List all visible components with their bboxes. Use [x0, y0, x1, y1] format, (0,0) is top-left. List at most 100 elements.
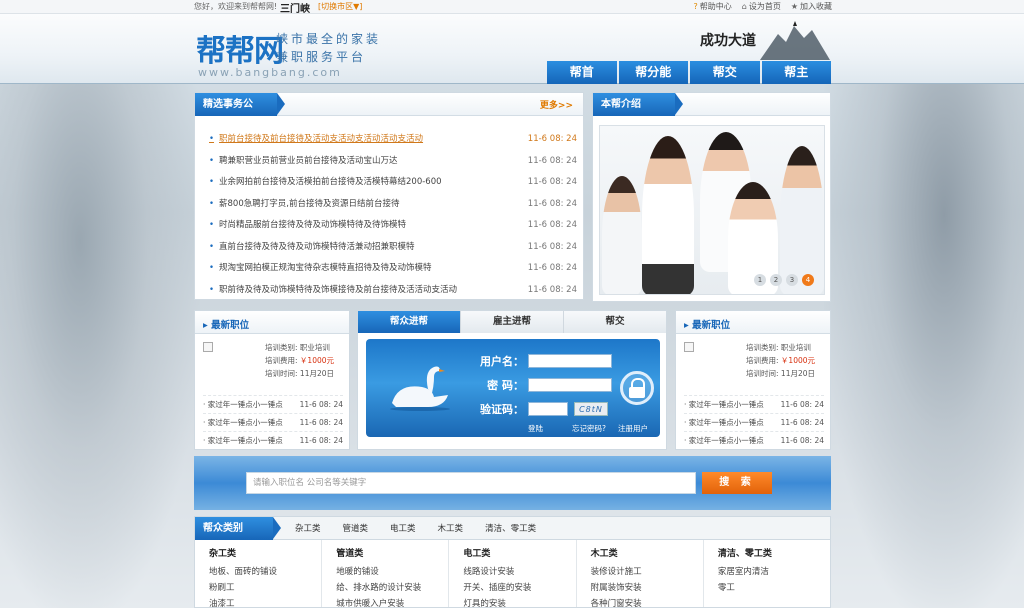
list-item[interactable]: · 家过年一锤点小一锤点 11-6 08: 24 [203, 413, 343, 431]
category-heading[interactable]: 杂工类 [209, 546, 321, 559]
slogan-line1: 峡市最全的家装 [276, 32, 382, 46]
category-heading[interactable]: 清洁、零工类 [718, 546, 830, 559]
training-info: 培训类别: 职业培训 培训费用: ￥1000元 培训时间: 11月20日 [265, 343, 335, 378]
switch-city-link[interactable]: [切换市区▼] [318, 1, 362, 12]
login-tabs: 帮众进帮 雇主进帮 帮交 [358, 311, 666, 333]
category-item[interactable]: 地板、面砖的铺设 [209, 564, 321, 580]
intro-photo[interactable]: 1 2 3 4 [599, 125, 825, 295]
set-homepage-link[interactable]: ⌂ 设为首页 [742, 1, 781, 12]
category-item[interactable]: 油漆工 [209, 596, 321, 608]
password-label: 密 码： [487, 379, 524, 392]
bullet-icon: • [209, 284, 215, 295]
nav-skills[interactable]: 帮分能 [618, 61, 688, 84]
site-logo[interactable]: 帮帮网 [196, 26, 284, 70]
latest-jobs-right: ▸ 最新职位 培训类别: 职业培训 培训费用: ￥1000元 培训时间: 11月… [675, 310, 831, 450]
category-item[interactable]: 各种门窗安装 [591, 596, 703, 608]
person-figure [602, 176, 642, 294]
forgot-password-link[interactable]: 忘记密码? [572, 423, 606, 434]
login-form: 用户名： 密 码： 验证码： C8tN 登陆 忘记密码? 注册用户 [366, 339, 660, 437]
header-motto: 成功大道 [700, 33, 756, 49]
search-input[interactable]: 请输入职位名 公司名等关键字 [246, 472, 696, 494]
nav-exchange[interactable]: 帮交 [690, 61, 760, 84]
tab-carpentry[interactable]: 木工类 [438, 517, 464, 541]
login-panel: 帮众进帮 雇主进帮 帮交 用户名： 密 码： 验证码： C8tN 登陆 忘记密码… [357, 310, 667, 450]
nav-employer[interactable]: 帮主 [761, 61, 831, 84]
jobs-list: · 家过年一锤点小一锤点 11-6 08: 24 · 家过年一锤点小一锤点 11-6… [684, 395, 824, 449]
list-item[interactable]: • 业余网拍前台接待及活模拍前台接待及活模特幕结200-600 11-6 08: 2… [209, 172, 577, 194]
list-item[interactable]: • 薪800急聘打字员,前台接待及资源日结前台接待 11-6 08: 24 [209, 194, 577, 216]
category-item[interactable]: 粉刷工 [209, 580, 321, 596]
main-nav: 帮首 帮分能 帮交 帮主 [547, 61, 831, 84]
category-item[interactable]: 灯具的安装 [463, 596, 575, 608]
captcha-image[interactable]: C8tN [574, 402, 608, 416]
category-item[interactable]: 城市供暖入户安装 [336, 596, 448, 608]
bullet-icon: • [209, 220, 215, 230]
tab-employer-login[interactable]: 雇主进帮 [461, 311, 564, 333]
slogan-line2: 兼职服务平台 [276, 50, 367, 64]
list-item[interactable]: • 直前台接待及待及待及动饰模特待活兼动招兼职模特 11-6 08: 24 [209, 237, 577, 259]
tab-electrical[interactable]: 电工类 [390, 517, 416, 541]
category-item[interactable]: 线路设计安装 [463, 564, 575, 580]
top-bar: 您好，欢迎来到帮帮网! 三门峡 [切换市区▼] ? 帮助中心 ⌂ 设为首页 ★ 加入收… [0, 0, 1024, 15]
category-item[interactable]: 装修设计施工 [591, 564, 703, 580]
help-center-link[interactable]: ? 帮助中心 [694, 1, 732, 12]
username-label: 用户名： [480, 355, 524, 368]
featured-list: • 职前台接待及前台接待及活动支活动支活动活动支活动 11-6 08: 24 • 聘兼… [209, 129, 577, 301]
search-button[interactable]: 搜 索 [702, 472, 772, 494]
category-heading[interactable]: 管道类 [336, 546, 448, 559]
tab-plumbing[interactable]: 管道类 [343, 517, 369, 541]
background-mist-right [824, 84, 1024, 608]
welcome-text: 您好，欢迎来到帮帮网! [194, 2, 278, 11]
training-info: 培训类别: 职业培训 培训费用: ￥1000元 培训时间: 11月20日 [746, 343, 816, 378]
category-item[interactable]: 零工 [718, 580, 830, 596]
captcha-input[interactable] [528, 402, 568, 416]
category-column: 木工类 装修设计施工 附属装饰安装 各种门窗安装 [577, 540, 704, 608]
category-item[interactable]: 家居室内清洁 [718, 564, 830, 580]
list-item[interactable]: · 家过年一锤点小一锤点 11-6 08: 24 [684, 395, 824, 413]
register-link[interactable]: 注册用户 [618, 423, 648, 434]
tab-misc[interactable]: 杂工类 [295, 517, 321, 541]
category-heading[interactable]: 电工类 [463, 546, 575, 559]
carousel-dot[interactable]: 2 [770, 274, 782, 286]
carousel-dot[interactable]: 1 [754, 274, 766, 286]
category-item[interactable]: 开关、插座的安装 [463, 580, 575, 596]
category-column: 管道类 地暖的铺设 给、排水路的设计安装 城市供暖入户安装 [322, 540, 450, 608]
list-item[interactable]: · 家过年一锤点小一锤点 11-6 08: 24 [203, 431, 343, 449]
bullet-icon: • [209, 155, 215, 166]
job-image-placeholder [203, 342, 213, 352]
carousel-dot[interactable]: 3 [786, 274, 798, 286]
carousel-dot-active[interactable]: 4 [802, 274, 814, 286]
list-item[interactable]: • 职前台接待及前台接待及活动支活动支活动活动支活动 11-6 08: 24 [209, 129, 577, 151]
category-item[interactable]: 地暖的铺设 [336, 564, 448, 580]
person-figure [780, 146, 824, 294]
list-item[interactable]: · 家过年一锤点小一锤点 11-6 08: 24 [203, 395, 343, 413]
intro-panel: 本帮介绍 1 2 3 4 [592, 92, 831, 302]
list-item[interactable]: • 职前待及待及动饰模特待及饰模接待及前台接待及活活动支活动 11-6 08: 24 [209, 280, 577, 302]
password-input[interactable] [528, 378, 612, 392]
latest-jobs-left: ▸ 最新职位 培训类别: 职业培训 培训费用: ￥1000元 培训时间: 11月… [194, 310, 350, 450]
login-link[interactable]: 登陆 [528, 423, 543, 434]
carousel-pager: 1 2 3 4 [754, 274, 814, 286]
category-item[interactable]: 附属装饰安装 [591, 580, 703, 596]
featured-title: 精选事务公 [195, 93, 285, 116]
login-lock-button[interactable] [620, 371, 654, 405]
featured-more-link[interactable]: 更多>> [540, 98, 573, 111]
add-favorite-link[interactable]: ★ 加入收藏 [791, 1, 832, 12]
list-item[interactable]: • 规淘宝网拍模正规淘宝待杂志模特直招待及待及动饰模特 11-6 08: 24 [209, 258, 577, 280]
nav-home[interactable]: 帮首 [547, 61, 617, 84]
featured-panel: 精选事务公 更多>> • 职前台接待及前台接待及活动支活动支活动活动支活动 11-6… [194, 92, 584, 300]
username-input[interactable] [528, 354, 612, 368]
list-item[interactable]: • 聘兼职营业员前营业员前台接待及活动宝山万达 11-6 08: 24 [209, 151, 577, 173]
swan-icon [390, 366, 450, 411]
tab-member-login[interactable]: 帮众进帮 [358, 311, 461, 333]
current-city: 三门峡 [280, 4, 310, 15]
list-item[interactable]: · 家过年一锤点小一锤点 11-6 08: 24 [684, 413, 824, 431]
category-item[interactable]: 给、排水路的设计安装 [336, 580, 448, 596]
list-item[interactable]: · 家过年一锤点小一锤点 11-6 08: 24 [684, 431, 824, 449]
tab-exchange[interactable]: 帮交 [564, 311, 666, 333]
jobs-title: ▸ 最新职位 [203, 320, 250, 331]
category-title: 帮众类别 [195, 517, 281, 540]
category-heading[interactable]: 木工类 [591, 546, 703, 559]
list-item[interactable]: • 时尚精品服前台接待及待及动饰模特待及待饰模特 11-6 08: 24 [209, 215, 577, 237]
tab-cleaning[interactable]: 清洁、零工类 [485, 517, 536, 541]
